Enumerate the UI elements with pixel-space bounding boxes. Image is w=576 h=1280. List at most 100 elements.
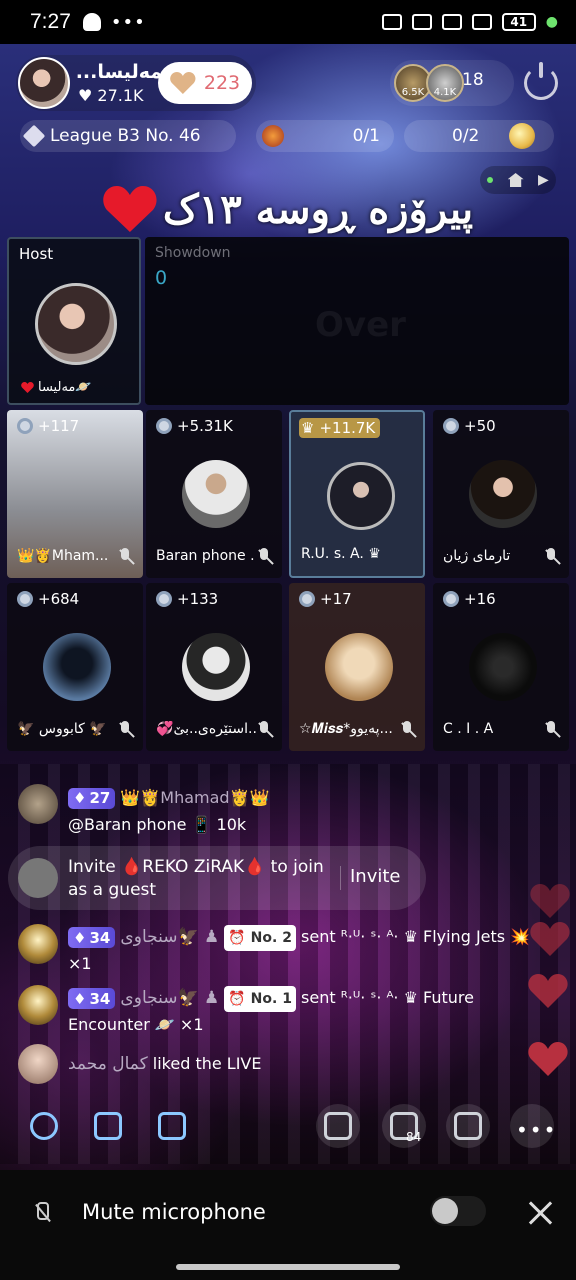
- heart-icon: [170, 72, 196, 94]
- viewer-avatar[interactable]: 4.1K: [426, 64, 464, 102]
- invite-button[interactable]: Invite: [350, 866, 401, 887]
- toggle-knob: [432, 1198, 458, 1224]
- card-plus-icon: [158, 1112, 186, 1140]
- comment-icon: [324, 1112, 352, 1140]
- host-tile[interactable]: Host مەلیسا🪐: [7, 237, 141, 405]
- mic-off-icon: [543, 548, 559, 566]
- phoenix-icon: [262, 125, 284, 147]
- chat-message[interactable]: ♦ 34 سنجاوی🦅 ♟ ⏰ No. 2 sent ᴿ·ᵁ· ˢ· ᴬ· ♛ …: [18, 924, 558, 977]
- chat-message[interactable]: کمال محمد liked the LIVE: [18, 1044, 261, 1084]
- mic-off-icon: [117, 721, 133, 739]
- showdown-label: Showdown: [155, 245, 231, 261]
- effects-button[interactable]: [446, 1104, 490, 1148]
- status-bar: 7:27 ••• 41 ●: [0, 0, 576, 44]
- rank-badge: ⏰ No. 1: [224, 985, 296, 1012]
- guest-score: +16: [464, 590, 496, 608]
- guest-score: +17: [320, 590, 352, 608]
- target-icon: [17, 418, 33, 434]
- gem-icon: ♦: [73, 789, 87, 807]
- guests-button[interactable]: [22, 1104, 66, 1148]
- guest-avatar: [182, 460, 250, 528]
- guest-name: 👑👸Mham...: [17, 548, 109, 564]
- add-card-button[interactable]: [150, 1104, 194, 1148]
- guest-avatar: [469, 460, 537, 528]
- invite-text: Invite 🩸REKO ZiRAK🩸 to join as a guest: [68, 857, 324, 900]
- level-number: 34: [89, 989, 111, 1008]
- chat-avatar[interactable]: [18, 784, 58, 824]
- crown-icon: ♛: [301, 419, 315, 437]
- level-badge: ♦ 34: [68, 988, 116, 1009]
- mic-off-icon: [256, 548, 272, 566]
- share-button[interactable]: 84: [382, 1104, 426, 1148]
- level-number: 27: [89, 789, 111, 807]
- invite-avatar: [18, 858, 58, 898]
- chat-message[interactable]: ♦ 27 👑👸Mhamad👸👑 @Baran phone 📱 10k: [18, 784, 269, 838]
- guest-name: 🦅 کابووس 🦅: [17, 721, 107, 737]
- home-indicator[interactable]: [176, 1264, 400, 1270]
- battle-progress[interactable]: 0/1: [256, 120, 394, 152]
- host-tile-avatar[interactable]: [35, 283, 117, 365]
- more-notifications-icon: •••: [110, 11, 146, 33]
- invite-guest-banner: Invite 🩸REKO ZiRAK🩸 to join as a guest I…: [8, 846, 426, 910]
- coin-icon: [509, 123, 536, 149]
- rank-badge: ⏰ No. 2: [224, 924, 296, 951]
- like-button[interactable]: 223: [158, 62, 252, 104]
- guest-score: +117: [38, 417, 80, 435]
- live-title: پیرۆزە ڕوسە ١٣ک: [0, 182, 576, 236]
- signal-icon-2: [441, 14, 462, 30]
- like-count: 223: [203, 72, 241, 94]
- chat-text: liked the LIVE: [152, 1054, 262, 1073]
- guest-score: +684: [38, 590, 80, 608]
- level-number: 34: [89, 928, 111, 947]
- more-icon: •••: [516, 1118, 558, 1142]
- level-badge: ♦ 34: [68, 927, 116, 948]
- guest-name: Baran phone ...: [156, 548, 256, 564]
- guest-tile[interactable]: +117 👑👸Mham...: [7, 410, 143, 578]
- chat-username: کمال محمد: [68, 1054, 148, 1074]
- guest-tile[interactable]: +17 ☆𝑴𝒊𝒔𝒔*پەیوو...: [289, 583, 425, 751]
- guest-tile[interactable]: +684 🦅 کابووس 🦅: [7, 583, 143, 751]
- chat-username: 👑👸Mhamad👸👑: [120, 788, 270, 807]
- coin-progress[interactable]: 0/2: [404, 120, 554, 152]
- guest-tile[interactable]: +133 💞استێرەی..بێ...: [146, 583, 282, 751]
- more-button[interactable]: •••: [510, 1104, 558, 1148]
- battle-score: 0/1: [352, 126, 380, 146]
- chat-username: سنجاوی🦅 ♟: [120, 988, 220, 1008]
- box-button[interactable]: [86, 1104, 130, 1148]
- gem-icon: ♦: [73, 989, 87, 1008]
- divider: [340, 866, 341, 890]
- guest-tile[interactable]: ♛ +11.7K R.U. s. A. ♛: [289, 410, 425, 578]
- chat-avatar[interactable]: [18, 1044, 58, 1084]
- chat-username: سنجاوی🦅 ♟: [120, 927, 220, 947]
- guest-avatar: [469, 633, 537, 701]
- guest-tile[interactable]: +50 تارمای ژیان: [433, 410, 569, 578]
- close-icon[interactable]: [528, 1200, 554, 1226]
- guest-avatar: [43, 633, 111, 701]
- guest-name: ☆𝑴𝒊𝒔𝒔*پەیوو...: [299, 721, 393, 737]
- target-icon: [156, 418, 172, 434]
- mute-toggle[interactable]: [430, 1196, 486, 1226]
- showdown-over-text: Over: [315, 305, 406, 345]
- host-avatar[interactable]: [18, 57, 70, 109]
- live-title-text: پیرۆزە ڕوسە ١٣ک: [162, 185, 474, 233]
- guest-tile[interactable]: +5.31K Baran phone ...: [146, 410, 282, 578]
- mic-off-icon: [256, 721, 272, 739]
- snapchat-icon: [82, 13, 101, 31]
- diamond-icon: [22, 124, 46, 148]
- chat-avatar[interactable]: [18, 985, 58, 1025]
- target-icon: [299, 591, 315, 607]
- cube-icon: [94, 1112, 122, 1140]
- guest-name: 💞استێرەی..بێ...: [156, 721, 256, 737]
- power-icon[interactable]: [524, 62, 558, 100]
- users-icon: [30, 1112, 58, 1140]
- level-badge: ♦ 27: [68, 788, 116, 809]
- comment-button[interactable]: [316, 1104, 360, 1148]
- guest-name: R.U. s. A. ♛: [301, 546, 381, 562]
- mute-bar: Mute microphone: [0, 1170, 576, 1280]
- chat-avatar[interactable]: [18, 924, 58, 964]
- chat-message[interactable]: ♦ 34 سنجاوی🦅 ♟ ⏰ No. 1 sent ᴿ·ᵁ· ˢ· ᴬ· ♛ …: [18, 985, 558, 1038]
- showdown-panel[interactable]: Showdown 0 Over: [145, 237, 569, 405]
- guest-tile[interactable]: +16 C . I . A: [433, 583, 569, 751]
- league-badge[interactable]: League B3 No. 46: [20, 120, 236, 152]
- guest-name: C . I . A: [443, 721, 494, 737]
